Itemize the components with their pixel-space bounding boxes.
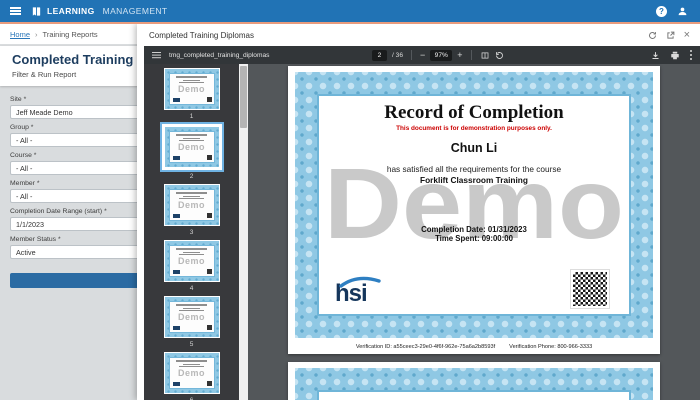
- toolbar-divider: [470, 50, 472, 60]
- accent-line: [0, 22, 700, 24]
- thumbnail-certificate: Demo: [164, 353, 219, 393]
- hsi-logo-swoosh: [339, 276, 381, 288]
- verification-phone: Verification Phone: 800-966-3333: [509, 344, 593, 350]
- thumbnail-panel-toggle-icon[interactable]: [152, 51, 161, 59]
- thumbnail-page-number: 2: [189, 173, 194, 180]
- page-number-input[interactable]: 2: [372, 49, 388, 61]
- pdf-viewer-body: Demo 1 Demo 2 Demo 3 Demo 4 Demo 5 Demo …: [144, 64, 700, 400]
- pdf-page-controls: 2 / 36 − 97% +: [372, 46, 504, 64]
- qr-code: [570, 269, 610, 309]
- certificate-disclaimer: This document is for demonstration purpo…: [396, 125, 552, 132]
- thumbnail-certificate: Demo: [164, 127, 219, 167]
- refresh-icon[interactable]: [648, 31, 657, 40]
- pdf-thumbnail-4[interactable]: Demo 4: [163, 240, 220, 292]
- certificate-course-name: Forklift Classroom Training: [420, 175, 528, 185]
- pdf-thumbnail-2[interactable]: Demo 2: [159, 122, 224, 180]
- hsi-logo: hsi: [335, 276, 381, 306]
- zoom-out-button[interactable]: −: [420, 50, 425, 60]
- thumbnail-page-number: 4: [189, 285, 194, 292]
- brand-primary: LEARNING: [47, 6, 95, 16]
- pdf-thumbnail-5[interactable]: Demo 5: [163, 296, 220, 348]
- zoom-in-button[interactable]: +: [457, 50, 462, 60]
- thumbnail-certificate: Demo: [164, 69, 219, 109]
- breadcrumb-separator: ›: [35, 29, 38, 39]
- book-icon: [32, 6, 41, 16]
- thumbnail-certificate: Demo: [164, 241, 219, 281]
- thumbnail-certificate: Demo: [164, 185, 219, 225]
- certificate-satisfied-line: has satisfied all the requirements for t…: [386, 164, 562, 174]
- screen: LEARNING MANAGEMENT ? Home › Training Re…: [0, 0, 700, 400]
- download-icon[interactable]: [651, 51, 660, 60]
- pdf-thumbnail-3[interactable]: Demo 3: [163, 184, 220, 236]
- print-icon[interactable]: [670, 51, 680, 60]
- thumbnail-scrollbar[interactable]: [239, 64, 248, 400]
- thumbnail-scrollbar-thumb[interactable]: [240, 66, 247, 128]
- pdf-page-view: Demo Record of Completion This document …: [248, 64, 700, 400]
- certificate-border: Record of Completion: [295, 368, 653, 400]
- pdf-viewer: tmg_completed_training_diplomas 2 / 36 −…: [144, 46, 700, 400]
- brand-secondary: MANAGEMENT: [102, 6, 168, 16]
- rotate-icon[interactable]: [495, 51, 504, 60]
- toolbar-divider: [411, 50, 413, 60]
- thumbnail-certificate: Demo: [164, 297, 219, 337]
- modal-header-actions: ×: [648, 29, 690, 41]
- certificate-completion-date: Completion Date: 01/31/2023: [421, 225, 527, 234]
- pdf-filename: tmg_completed_training_diplomas: [169, 51, 270, 59]
- certificate-title: Record of Completion: [384, 102, 564, 123]
- certificate-recipient: Chun Li: [450, 141, 498, 155]
- modal-title: Completed Training Diplomas: [149, 30, 254, 40]
- pdf-thumbnail-1[interactable]: Demo 1: [163, 68, 220, 120]
- certificate-page-current: Demo Record of Completion This document …: [288, 66, 660, 354]
- breadcrumb-current: Training Reports: [42, 29, 98, 39]
- thumbnail-rail: Demo 1 Demo 2 Demo 3 Demo 4 Demo 5 Demo: [144, 64, 239, 400]
- menu-icon[interactable]: [10, 7, 21, 15]
- modal-header: Completed Training Diplomas ×: [137, 24, 700, 46]
- user-icon[interactable]: [677, 6, 688, 17]
- help-icon[interactable]: ?: [656, 5, 667, 17]
- thumbnail-page-number: 3: [189, 229, 194, 236]
- breadcrumb-home-link[interactable]: Home: [10, 30, 30, 39]
- verification-id: Verification ID: a55ceec3-29e0-4f6f-962e…: [355, 344, 496, 350]
- pdf-toolbar: tmg_completed_training_diplomas 2 / 36 −…: [144, 46, 700, 64]
- certificate-page-next: Record of Completion: [288, 362, 660, 400]
- fit-page-icon[interactable]: [480, 51, 490, 60]
- thumbnail-page-number: 5: [189, 341, 194, 348]
- close-icon[interactable]: ×: [684, 29, 690, 41]
- brand-logo: LEARNING MANAGEMENT: [31, 6, 168, 17]
- app-bar-actions: ?: [656, 5, 700, 17]
- pdf-toolbar-actions: [651, 50, 692, 60]
- thumbnail-page-number: 1: [189, 113, 194, 120]
- page-total: / 36: [392, 51, 404, 59]
- pdf-viewer-modal: Completed Training Diplomas × tmg_comple…: [137, 24, 700, 400]
- certificate-verification: Verification ID: a55ceec3-29e0-4f6f-962e…: [288, 344, 660, 350]
- certificate-border: Demo Record of Completion This document …: [295, 72, 653, 338]
- app-bar: LEARNING MANAGEMENT ?: [0, 0, 700, 22]
- certificate-time-spent: Time Spent: 09:00:00: [435, 234, 513, 243]
- pdf-thumbnail-6[interactable]: Demo 6: [163, 352, 220, 400]
- zoom-level[interactable]: 97%: [430, 49, 453, 61]
- more-options-icon[interactable]: [690, 50, 692, 60]
- open-new-window-icon[interactable]: [666, 31, 675, 40]
